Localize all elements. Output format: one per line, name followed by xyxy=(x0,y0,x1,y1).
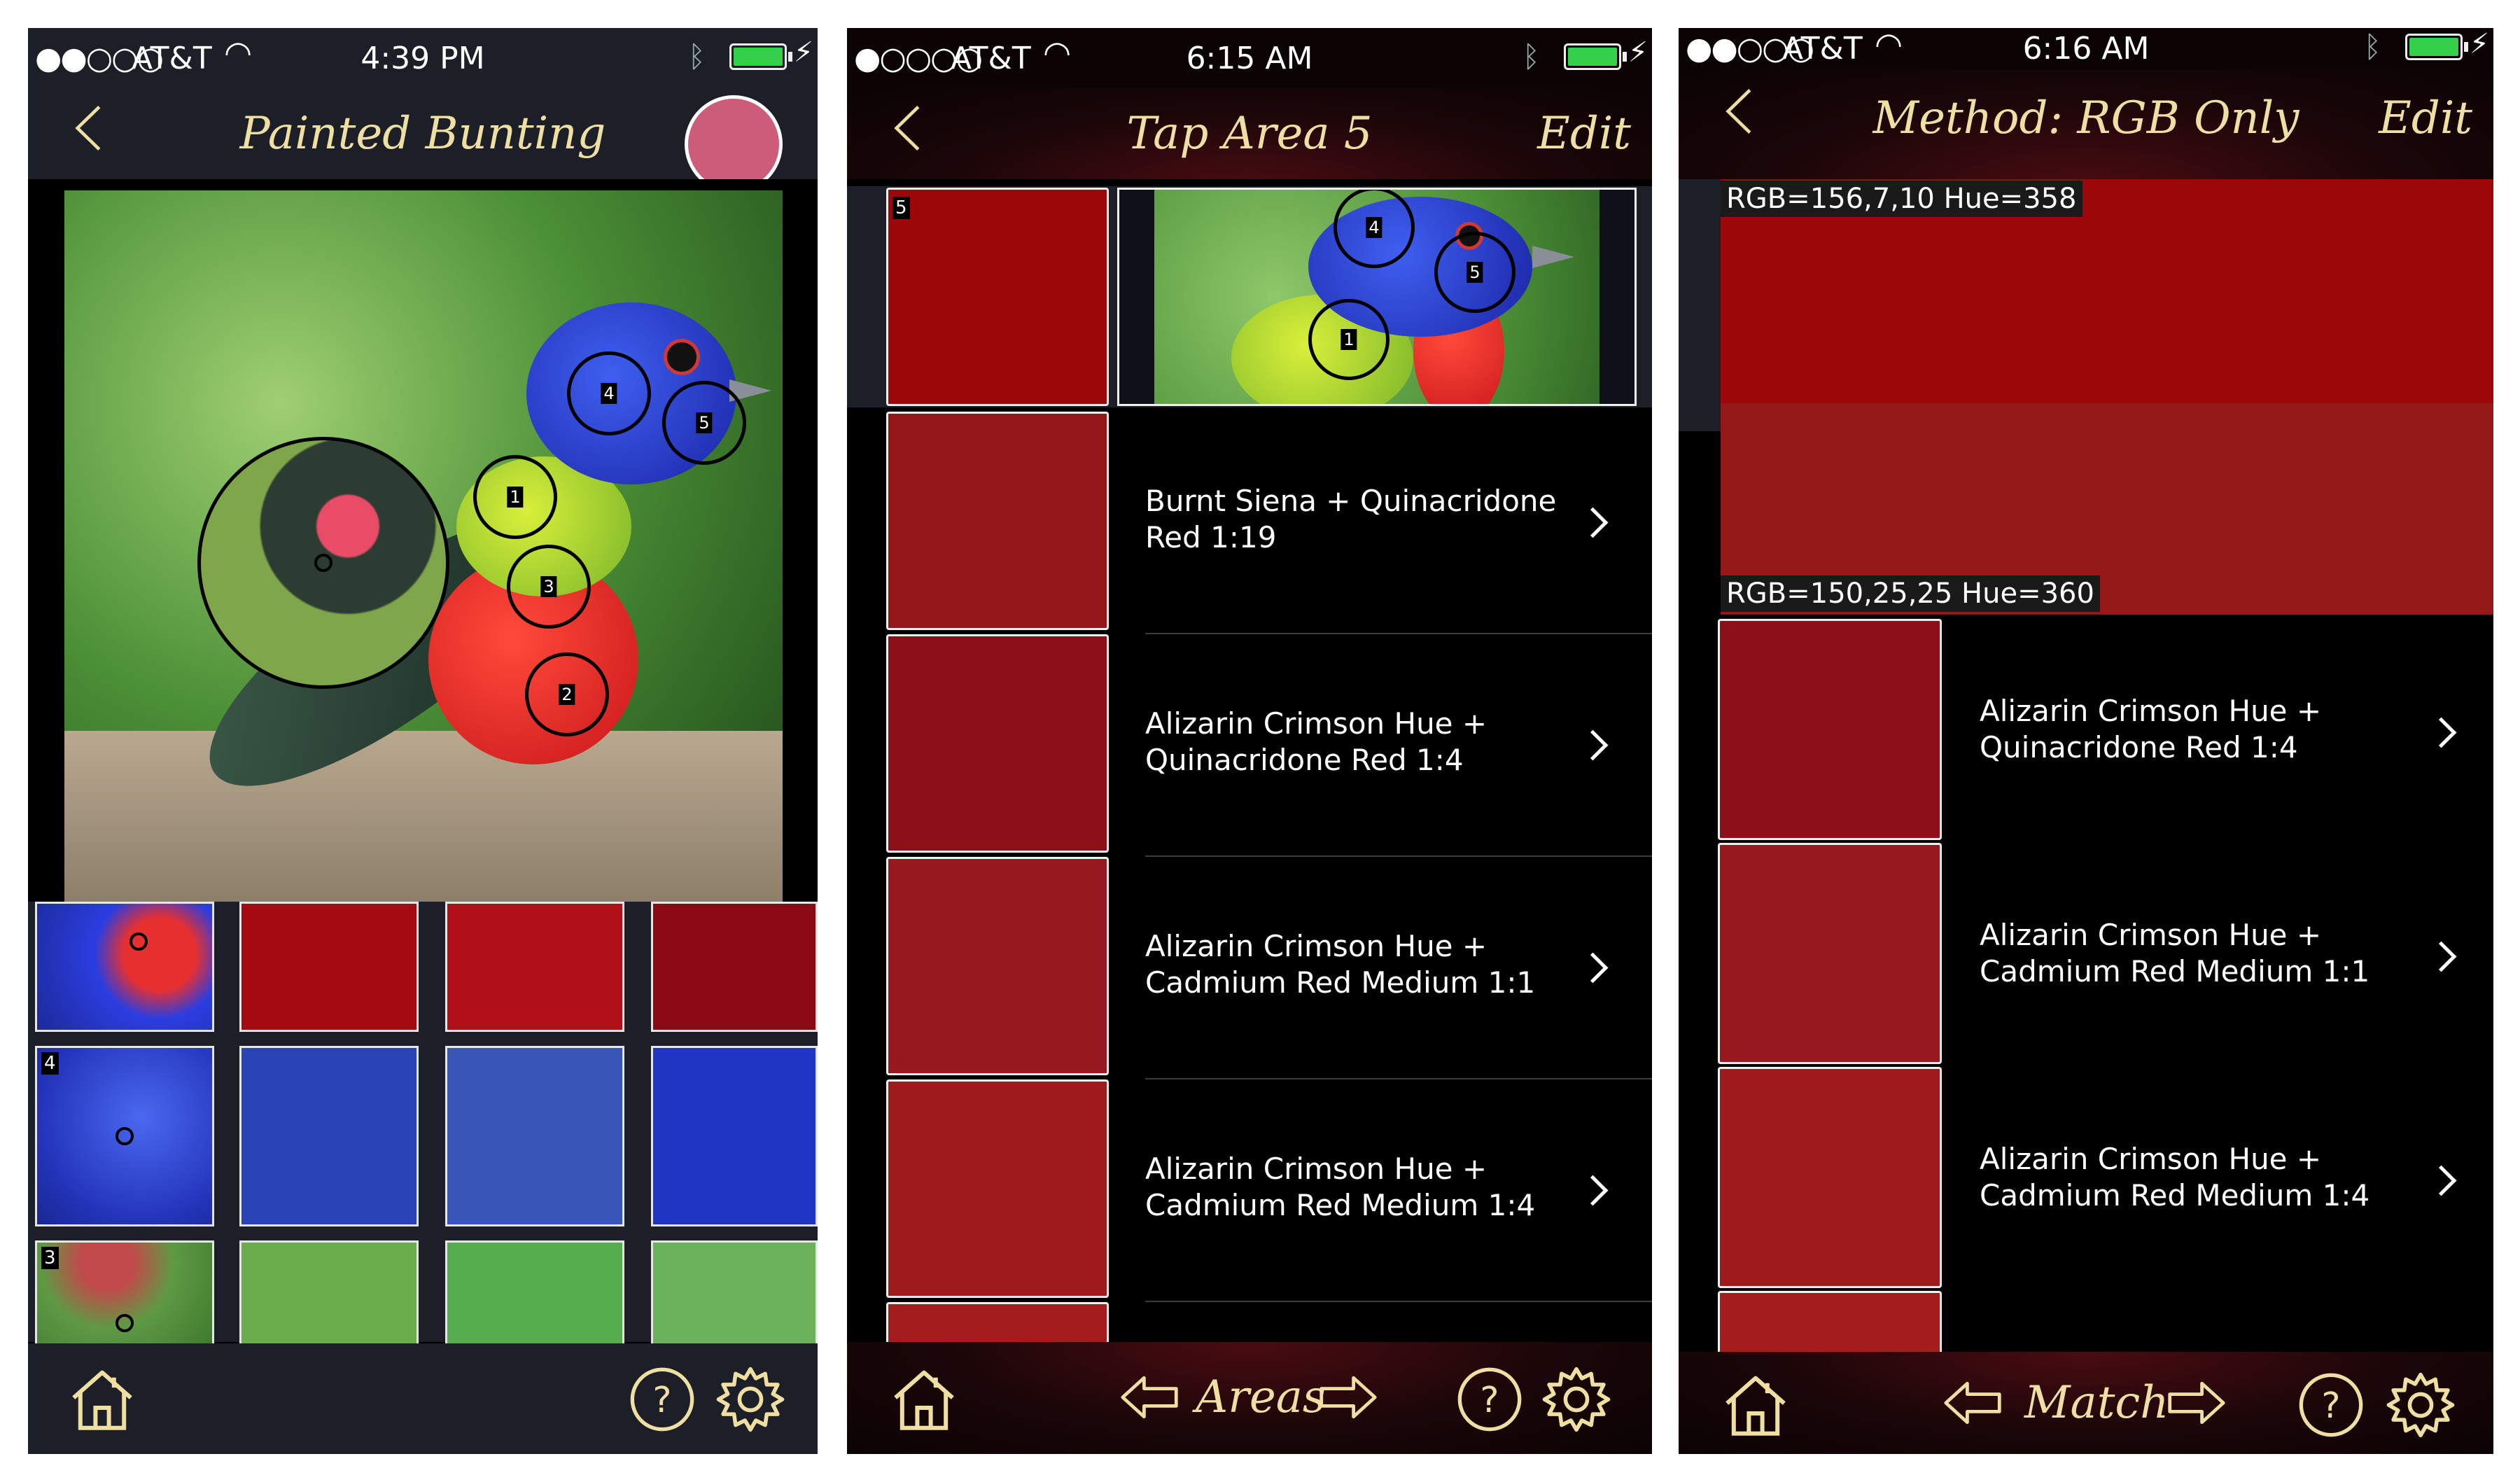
arrow-left-icon[interactable] xyxy=(1120,1373,1180,1422)
sample-thumbnail[interactable] xyxy=(35,902,214,1032)
tab-bar xyxy=(28,1343,818,1454)
page-title: Tap Area 5 xyxy=(1126,108,1373,160)
match-color-swatch[interactable] xyxy=(1718,619,1942,840)
tap-area-marker[interactable]: 1 xyxy=(473,455,557,539)
color-swatch[interactable] xyxy=(239,902,419,1032)
arrow-right-icon[interactable] xyxy=(1317,1373,1378,1422)
chevron-right-icon xyxy=(1577,952,1609,984)
edit-button[interactable]: Edit xyxy=(1537,108,1631,160)
match-list-item[interactable]: Alizarin Crimson Hue + Cadmium Red Medium… xyxy=(1145,928,1535,1001)
match-color-swatch[interactable] xyxy=(886,412,1109,630)
bird-photo[interactable]: 1 2 3 4 5 xyxy=(64,190,783,902)
bird-beak xyxy=(1532,246,1574,268)
edit-button[interactable]: Edit xyxy=(2379,92,2472,144)
photo-thumbnail[interactable]: 1 4 5 xyxy=(1117,188,1637,406)
navigation-bar: Method: RGB Only Edit xyxy=(1679,70,2493,179)
match-list-item[interactable]: Alizarin Crimson Hue + Quinacridone Red 1… xyxy=(1980,693,2321,766)
match-list-item[interactable]: Burnt Siena + Quinacridone Red 1:19 xyxy=(1145,483,1556,556)
tap-area-marker[interactable]: 5 xyxy=(662,381,746,465)
battery-icon xyxy=(729,43,792,70)
color-swatch[interactable] xyxy=(651,1046,818,1226)
tap-area-marker[interactable]: 3 xyxy=(507,545,591,629)
status-bar: ●●○○○ AT&T ◠ 4:39 PM ᛒ ⚡ xyxy=(28,28,818,88)
color-swatch[interactable] xyxy=(445,1240,624,1345)
match-rgb-label: RGB=150,25,25 Hue=360 xyxy=(1721,575,2100,612)
tab-bar: Match xyxy=(1679,1352,2493,1454)
sample-thumbnail[interactable]: 4 xyxy=(35,1046,214,1226)
target-rgb-label: RGB=156,7,10 Hue=358 xyxy=(1721,181,2082,217)
help-icon[interactable] xyxy=(629,1366,696,1433)
divider xyxy=(1145,633,1652,634)
home-icon[interactable] xyxy=(1722,1371,1789,1439)
tab-label-match: Match xyxy=(2024,1377,2169,1429)
help-icon[interactable] xyxy=(1456,1366,1523,1433)
match-color-swatch[interactable] xyxy=(886,1079,1109,1298)
chevron-right-icon xyxy=(2426,941,2457,972)
chevron-right-icon xyxy=(2426,717,2457,748)
screen-tap-area: ●○○○○ AT&T ◠ 6:15 AM ᛒ ⚡ Tap Area 5 Edit… xyxy=(847,28,1652,1454)
status-bar: ●○○○○ AT&T ◠ 6:15 AM ᛒ ⚡ xyxy=(847,28,1652,88)
side-gutter xyxy=(1679,179,1721,431)
tab-bar: Areas xyxy=(847,1342,1652,1454)
color-swatch[interactable] xyxy=(651,1240,818,1345)
divider xyxy=(1145,1078,1652,1079)
battery-icon xyxy=(1564,43,1627,70)
tap-area-marker[interactable]: 4 xyxy=(567,351,651,435)
gear-icon[interactable] xyxy=(715,1364,785,1434)
target-color-swatch[interactable]: 5 xyxy=(886,188,1109,406)
color-swatch[interactable] xyxy=(651,902,818,1032)
match-list-item[interactable]: Alizarin Crimson Hue + Quinacridone Red 1… xyxy=(1145,706,1487,778)
sample-thumbnail[interactable]: 3 xyxy=(35,1240,214,1345)
tap-area-marker[interactable]: 5 xyxy=(1434,232,1516,313)
gear-icon[interactable] xyxy=(2386,1370,2456,1440)
color-swatch[interactable] xyxy=(445,1046,624,1226)
match-color-swatch[interactable] xyxy=(886,857,1109,1075)
page-title: Method: RGB Only xyxy=(1872,92,2300,144)
target-color-block: RGB=156,7,10 Hue=358 xyxy=(1721,179,2493,403)
battery-icon xyxy=(2405,34,2468,60)
charging-icon: ⚡ xyxy=(2469,28,2489,60)
chevron-right-icon xyxy=(1577,729,1609,761)
match-list-item[interactable]: Alizarin Crimson Hue + Cadmium Red Medium… xyxy=(1145,1151,1535,1224)
screen-painted-bunting: ●●○○○ AT&T ◠ 4:39 PM ᛒ ⚡ Painted Bunting… xyxy=(28,28,818,1454)
match-color-swatch[interactable] xyxy=(1718,843,1942,1064)
tap-area-marker[interactable]: 2 xyxy=(525,652,609,736)
tap-area-marker[interactable]: 4 xyxy=(1334,190,1415,268)
magnifier-loupe[interactable] xyxy=(197,437,449,689)
color-swatch[interactable] xyxy=(445,902,624,1032)
help-icon[interactable] xyxy=(2297,1371,2365,1439)
charging-icon: ⚡ xyxy=(793,36,813,69)
rock xyxy=(64,731,783,902)
divider xyxy=(1145,855,1652,857)
arrow-right-icon[interactable] xyxy=(2166,1378,2226,1427)
match-list-item[interactable]: Alizarin Crimson Hue + Cadmium Red Medium… xyxy=(1980,1141,2370,1214)
home-icon[interactable] xyxy=(69,1366,136,1433)
navigation-bar: Tap Area 5 Edit xyxy=(847,88,1652,179)
tap-area-marker[interactable]: 1 xyxy=(1308,299,1390,380)
sampled-color-swatch[interactable] xyxy=(685,95,783,193)
home-icon[interactable] xyxy=(890,1366,958,1433)
charging-icon: ⚡ xyxy=(1628,36,1648,69)
color-swatch[interactable] xyxy=(239,1046,419,1226)
tab-label-areas: Areas xyxy=(1196,1371,1326,1423)
match-color-block: RGB=150,25,25 Hue=360 xyxy=(1721,403,2493,615)
arrow-left-icon[interactable] xyxy=(1943,1378,2003,1427)
bluetooth-icon: ᛒ xyxy=(687,39,706,74)
divider xyxy=(1145,1301,1652,1302)
chevron-right-icon xyxy=(2426,1165,2457,1196)
bird-eye xyxy=(664,339,700,375)
bluetooth-icon: ᛒ xyxy=(2363,29,2381,64)
screen-rgb-method: ●●○○○ AT&T ◠ 6:16 AM ᛒ ⚡ Method: RGB Onl… xyxy=(1679,28,2493,1454)
chevron-right-icon xyxy=(1577,1175,1609,1206)
match-color-swatch[interactable] xyxy=(1718,1067,1942,1288)
chevron-right-icon xyxy=(1577,507,1609,538)
match-color-swatch[interactable] xyxy=(886,634,1109,853)
match-list-item[interactable]: Alizarin Crimson Hue + Cadmium Red Medium… xyxy=(1980,917,2370,990)
bluetooth-icon: ᛒ xyxy=(1522,39,1540,74)
navigation-bar: Painted Bunting xyxy=(28,88,818,193)
color-swatch[interactable] xyxy=(239,1240,419,1345)
gear-icon[interactable] xyxy=(1541,1364,1611,1434)
